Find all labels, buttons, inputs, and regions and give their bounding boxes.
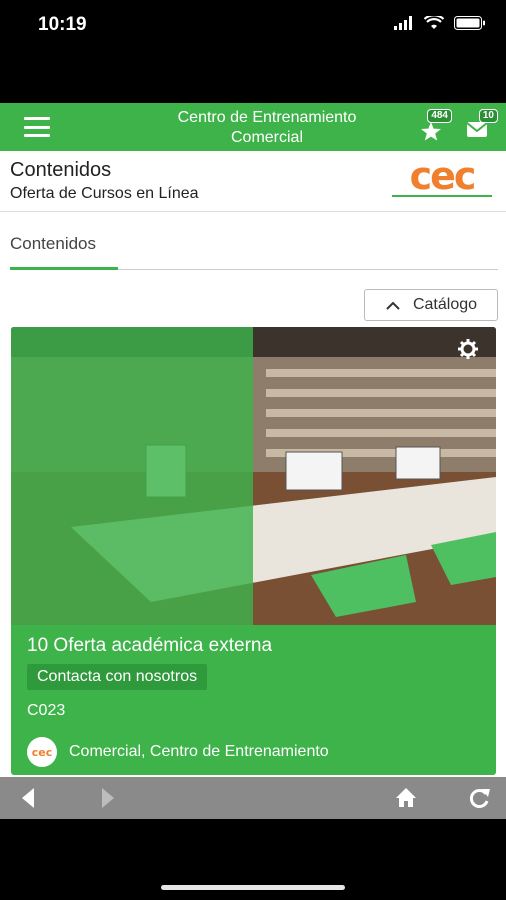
course-title[interactable]: 10 Oferta académica externa xyxy=(27,635,272,657)
hamburger-icon[interactable] xyxy=(24,117,50,137)
envelope-icon xyxy=(466,122,488,137)
author-name: Comercial, Centro de Entrenamiento xyxy=(69,743,329,760)
gear-icon[interactable] xyxy=(458,339,478,359)
home-indicator xyxy=(161,885,345,890)
refresh-icon[interactable] xyxy=(466,786,492,810)
avatar: cec xyxy=(27,737,57,767)
wifi-icon xyxy=(424,16,444,29)
catalog-button[interactable]: Catálogo xyxy=(364,289,498,321)
page-title: Contenidos xyxy=(10,159,112,181)
main-content: Contenidos Catálogo 10 Oferta académica … xyxy=(0,212,506,777)
chevron-up-icon xyxy=(386,301,400,310)
svg-text:cec: cec xyxy=(32,746,53,759)
course-card[interactable]: 10 Oferta académica externa Contacta con… xyxy=(11,327,496,775)
course-author: cec Comercial, Centro de Entrenamiento xyxy=(27,737,329,767)
mail-button[interactable]: 10 xyxy=(462,109,498,145)
course-code: C023 xyxy=(27,702,66,719)
status-bar: 10:19 xyxy=(0,0,506,103)
tab-contenidos[interactable]: Contenidos xyxy=(10,234,96,254)
page-header: Contenidos Oferta de Cursos en Línea cec xyxy=(0,151,506,212)
svg-text:cec: cec xyxy=(410,157,475,198)
course-image xyxy=(11,327,496,625)
signal-icon xyxy=(394,16,412,30)
active-tab-indicator xyxy=(10,267,118,270)
forward-arrow-icon[interactable] xyxy=(100,786,116,810)
page-subtitle: Oferta de Cursos en Línea xyxy=(10,185,199,202)
cec-logo: cec xyxy=(392,157,492,198)
status-time: 10:19 xyxy=(38,14,87,35)
cec-logo-small: cec xyxy=(32,746,53,759)
points-button[interactable]: 484 xyxy=(416,109,452,145)
catalog-label: Catálogo xyxy=(412,296,478,313)
status-icons xyxy=(394,16,486,30)
browser-toolbar xyxy=(0,777,506,819)
home-icon[interactable] xyxy=(394,786,418,808)
battery-icon xyxy=(454,16,485,30)
mail-badge: 10 xyxy=(478,109,498,123)
back-arrow-icon[interactable] xyxy=(20,786,36,810)
app-header: Centro de Entrenamiento Comercial 484 10 xyxy=(0,103,506,151)
header-title: Centro de Entrenamiento Comercial xyxy=(177,109,357,146)
course-tag: Contacta con nosotros xyxy=(27,664,208,690)
star-icon xyxy=(421,122,441,141)
header-icons: 484 10 xyxy=(416,109,498,145)
points-badge: 484 xyxy=(427,109,452,123)
